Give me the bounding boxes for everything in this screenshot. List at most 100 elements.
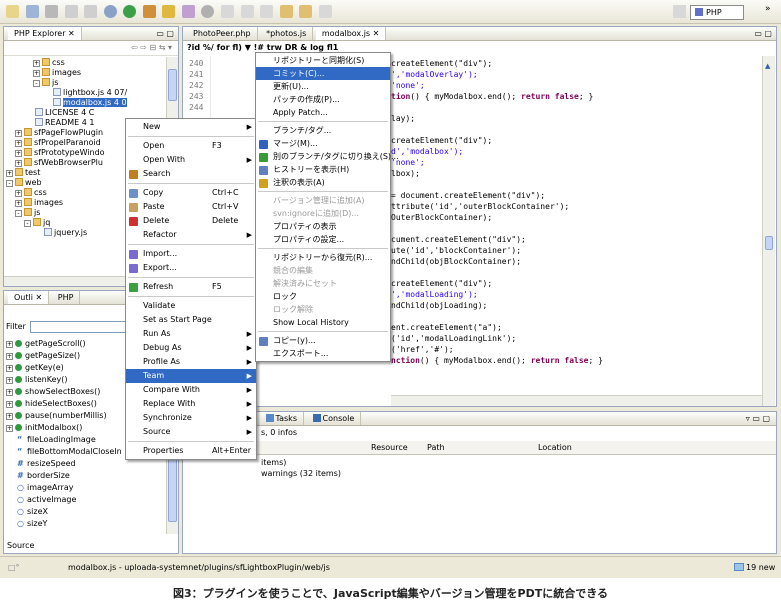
collapse-icon[interactable]: - [15,210,22,217]
team-menu-item[interactable]: プロパティの表示 [256,220,390,233]
expand-icon[interactable]: + [15,190,22,197]
external-tools-icon[interactable] [142,5,156,18]
open-perspective-icon[interactable] [673,5,686,18]
code-line[interactable]: nction() { myModalbox.end(); return fals… [391,355,759,366]
expand-icon[interactable]: + [33,70,40,77]
context-menu-item[interactable]: Refactor ▶ [126,228,256,242]
expand-icon[interactable]: + [15,200,22,207]
code-line[interactable] [391,124,759,135]
tab-photopeer-php[interactable]: PhotoPeer.php [187,27,258,40]
expand-icon[interactable]: + [15,140,22,147]
expand-icon[interactable]: + [6,401,13,408]
team-menu-item[interactable]: Show Local History [256,316,390,329]
overflow-chevron-icon[interactable]: » [765,4,771,14]
prev-annotation-icon[interactable] [260,5,274,18]
minimize-maximize-icon[interactable]: ▭ ▢ [156,27,174,40]
problems-row[interactable]: items) [261,457,286,468]
view-menu-icon[interactable]: ▾ [168,43,172,52]
expand-icon[interactable]: + [6,341,13,348]
explorer-scroll-thumb[interactable] [168,69,177,101]
perspective-php-button[interactable]: PHP [690,5,744,20]
team-menu-item[interactable]: マージ(M)... [256,137,390,150]
annotation-icon[interactable] [221,5,235,18]
code-line[interactable] [391,102,759,113]
code-line[interactable]: lbox); [391,168,759,179]
team-menu-item[interactable]: コピー(y)... [256,334,390,347]
update-count[interactable]: 19 new [734,557,775,578]
pilcrow-icon[interactable] [84,5,98,18]
context-menu-item[interactable]: Set as Start Page [126,313,256,327]
column-location[interactable]: Location [538,441,572,455]
code-line[interactable] [391,223,759,234]
expand-icon[interactable]: + [6,413,13,420]
code-line[interactable]: ent.createElement("a"); [391,322,759,333]
context-menu-item[interactable]: Synchronize ▶ [126,411,256,425]
tab-photos-js[interactable]: *photos.js [260,27,314,40]
collapse-icon[interactable]: - [33,80,40,87]
code-line[interactable] [391,179,759,190]
outline-item[interactable]: ○ imageArray [6,482,166,494]
tab-php-explorer[interactable]: PHP Explorer ✕ [8,27,82,40]
code-line[interactable]: ('href','#'); [391,344,759,355]
problems-row[interactable]: warnings (32 items) [261,468,341,479]
tab-tasks[interactable]: Tasks [260,412,304,425]
context-menu-item[interactable]: Validate [126,299,256,313]
wizard-icon[interactable] [181,5,195,18]
team-menu-item[interactable]: Apply Patch... [256,106,390,119]
tree-item[interactable]: + images [6,68,166,78]
code-line[interactable]: ','modalOverlay'); [391,69,759,80]
context-menu-item[interactable]: Source ▶ [126,425,256,439]
collapse-icon[interactable]: - [24,220,31,227]
forward-nav-icon[interactable]: ⇨ [140,43,147,52]
context-menu-item[interactable]: Replace With ▶ [126,397,256,411]
team-menu-item[interactable]: リポジトリーから復元(R)... [256,251,390,264]
new-icon[interactable] [6,5,19,18]
tab-modalbox-js[interactable]: modalbox.js ✕ [315,27,387,40]
expand-icon[interactable]: + [6,425,13,432]
context-menu-item[interactable]: Debug As ▶ [126,341,256,355]
next-annotation-icon[interactable] [240,5,254,18]
fast-view-icon[interactable]: □° [8,557,20,578]
team-menu-item[interactable]: パッチの作成(P)... [256,93,390,106]
team-menu-item[interactable]: ロック [256,290,390,303]
code-line[interactable]: 'none'; [391,157,759,168]
tab-php-functions[interactable]: PHP [52,291,81,304]
column-resource[interactable]: Resource [371,441,408,455]
tab-outline[interactable]: Outli ✕ [8,291,50,304]
code-line[interactable]: lay); [391,113,759,124]
team-menu-item[interactable]: 更新(U)... [256,80,390,93]
code-line[interactable]: 'none'; [391,80,759,91]
print-icon[interactable] [45,5,59,18]
code-line[interactable]: ('id','modalLoadingLink'); [391,333,759,344]
context-menu-item[interactable]: Properties Alt+Enter [126,444,256,458]
outline-item[interactable]: ○ sizeY [6,518,166,530]
tree-item[interactable]: - js [6,78,166,88]
code-line[interactable] [391,311,759,322]
tree-item[interactable]: LICENSE 4 C [6,108,166,118]
context-menu-item[interactable]: Open With ▶ [126,153,256,167]
context-menu-item[interactable]: Export... [126,261,256,275]
code-line[interactable]: ute('id','blockContainer'); [391,245,759,256]
save-icon[interactable] [25,5,39,18]
column-path[interactable]: Path [427,441,445,455]
expand-icon[interactable]: + [33,60,40,67]
context-menu-item[interactable]: Paste Ctrl+V [126,200,256,214]
team-menu-item[interactable]: 別のブランチ/タグに切り換え(S)... [256,150,399,163]
team-menu-item[interactable]: ブランチ/タグ... [256,124,390,137]
context-menu-item[interactable]: Delete Delete [126,214,256,228]
forward-icon[interactable] [299,5,313,18]
team-menu-item[interactable]: エクスポート... [256,347,390,360]
tab-console[interactable]: Console [307,412,362,425]
context-menu-item[interactable]: Profile As ▶ [126,355,256,369]
context-menu-item[interactable]: Team ▶ [126,369,256,383]
code-line[interactable]: ttribute('id','outerBlockContainer'); [391,201,759,212]
link-editor-icon[interactable]: ⇆ [159,43,166,52]
code-line[interactable]: tion() { myModalbox.end(); return false;… [391,91,759,102]
team-menu-item[interactable]: 注釈の表示(A) [256,176,390,189]
team-menu-item[interactable]: リポジトリーと同期化(S) [256,54,390,67]
bottom-view-menu-icon[interactable]: ▿ ▭ ▢ [746,412,770,425]
expand-icon[interactable]: + [6,389,13,396]
toggle-icon[interactable] [64,5,78,18]
editor-scroll-thumb[interactable] [765,236,773,250]
context-menu-item[interactable]: Run As ▶ [126,327,256,341]
